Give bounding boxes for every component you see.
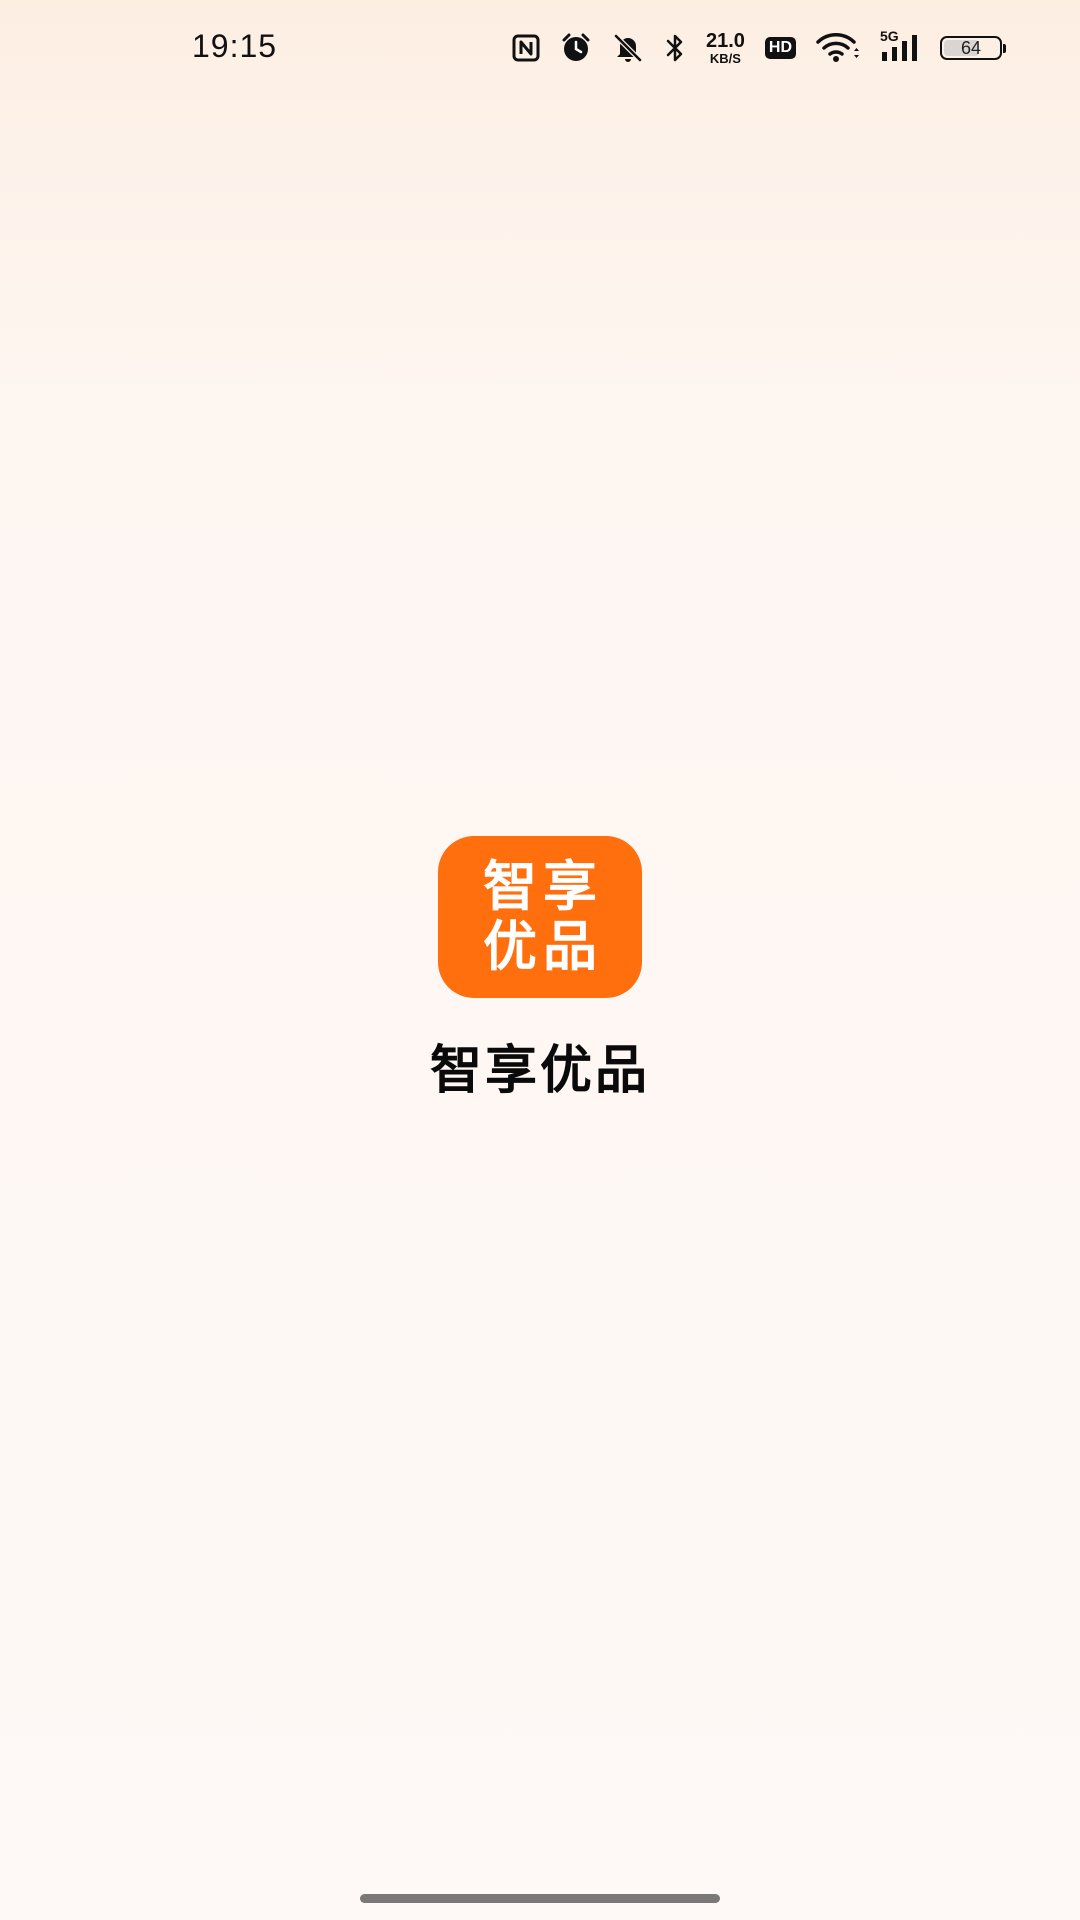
nfc-icon	[512, 34, 540, 62]
home-indicator[interactable]	[360, 1894, 720, 1903]
signal-icon: 5G	[880, 29, 920, 63]
hd-badge: HD	[764, 37, 796, 59]
app-logo: 智享 优品	[438, 836, 642, 998]
status-icons: 21.0 KB/S HD 5G 64	[512, 26, 1006, 70]
bluetooth-icon	[664, 33, 686, 63]
alarm-icon	[560, 32, 592, 64]
network-speed-value: 21.0	[705, 30, 745, 52]
network-speed-unit: KB/S	[709, 51, 741, 66]
app-name: 智享优品	[429, 1041, 650, 1101]
network-type-label: 5G	[880, 28, 899, 44]
status-bar: 19:15 21.0 KB/S HD 5G 64	[0, 0, 1080, 100]
mute-bell-icon	[612, 32, 644, 64]
app-logo-line2: 优品	[483, 915, 603, 978]
battery-icon: 64	[940, 36, 1006, 60]
network-speed: 21.0 KB/S	[706, 31, 745, 65]
battery-level: 64	[960, 38, 982, 58]
app-logo-line1: 智享	[483, 855, 603, 918]
wifi-icon	[816, 33, 860, 63]
status-time: 19:15	[192, 28, 278, 64]
